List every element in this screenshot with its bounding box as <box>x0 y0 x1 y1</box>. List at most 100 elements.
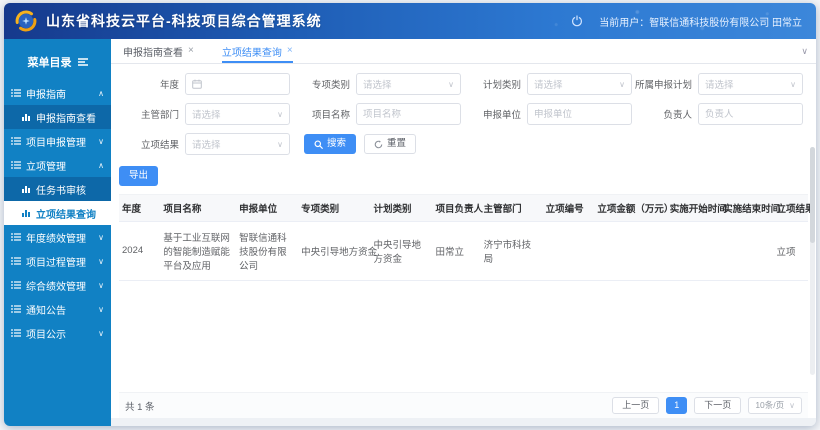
sidebar-item-label: 综合绩效管理 <box>26 278 86 293</box>
project-name-input[interactable] <box>363 109 454 120</box>
sidebar-item-label: 立项结果查询 <box>36 206 96 221</box>
col-year: 年度 <box>119 195 160 222</box>
leader-label: 负责人 <box>632 107 698 121</box>
dept-select[interactable]: 请选择 <box>185 103 290 125</box>
list-icon <box>11 256 21 266</box>
prev-page-button[interactable]: 上一页 <box>612 397 659 414</box>
chevron-down-icon <box>790 80 796 89</box>
search-icon <box>314 140 323 149</box>
special-category-label: 专项类别 <box>290 77 356 91</box>
declare-unit-field <box>527 103 632 125</box>
sidebar-item-label: 项目公示 <box>26 326 66 341</box>
chart-icon <box>21 184 31 194</box>
select-placeholder: 请选择 <box>705 77 734 91</box>
search-button-label: 搜索 <box>327 139 346 149</box>
app-title: 山东省科技云平台-科技项目综合管理系统 <box>46 11 322 31</box>
table-cell: 智联信通科技股份有限公司 <box>236 221 298 280</box>
select-placeholder: 请选择 <box>192 107 221 121</box>
sidebar-item-declare-guide-view[interactable]: 申报指南查看 <box>4 105 111 129</box>
table-cell <box>543 221 595 280</box>
table-cell <box>720 221 773 280</box>
tab-declare-guide-view[interactable]: 申报指南查看 <box>123 39 194 63</box>
sidebar-item-label: 通知公告 <box>26 302 66 317</box>
tab-approval-result-query[interactable]: 立项结果查询 <box>222 39 293 63</box>
list-icon <box>11 136 21 146</box>
sidebar-item-label: 申报指南查看 <box>36 110 96 125</box>
search-button[interactable]: 搜索 <box>304 134 356 154</box>
scrollbar-thumb[interactable] <box>810 147 815 243</box>
sidebar-item-notice[interactable]: 通知公告 <box>4 297 111 321</box>
chevron-down-icon <box>448 80 454 89</box>
approval-result-select[interactable]: 请选择 <box>185 133 290 155</box>
sidebar-item-annual-performance[interactable]: 年度绩效管理 <box>4 225 111 249</box>
chevron-down-icon <box>277 140 283 149</box>
sidebar-item-project-declare-mgmt[interactable]: 项目申报管理 <box>4 129 111 153</box>
leader-group: 负责人 <box>632 103 803 125</box>
col-special-category: 专项类别 <box>298 195 370 222</box>
app-header: 山东省科技云平台-科技项目综合管理系统 当前用户：智联信通科技股份有限公司 田常… <box>4 3 816 39</box>
plan-category-select[interactable]: 请选择 <box>527 73 632 95</box>
sidebar-item-label: 年度绩效管理 <box>26 230 86 245</box>
leader-input[interactable] <box>705 109 796 120</box>
table-cell: 基于工业互联网的智能制造赋能平台及应用 <box>160 221 236 280</box>
select-placeholder: 请选择 <box>534 77 563 91</box>
chevron-down-icon <box>619 80 625 89</box>
table-empty-space <box>119 281 808 393</box>
export-button[interactable]: 导出 <box>119 166 158 186</box>
sidebar-item-label: 申报指南 <box>26 86 66 101</box>
sidebar-item-label: 项目申报管理 <box>26 134 86 149</box>
tab-list-chevron-icon[interactable] <box>801 46 808 57</box>
sidebar-item-approval-result-query[interactable]: 立项结果查询 <box>4 201 111 225</box>
year-date-input[interactable] <box>185 73 290 95</box>
sidebar-item-label: 项目过程管理 <box>26 254 86 269</box>
list-icon <box>11 304 21 314</box>
tab-label: 立项结果查询 <box>222 44 282 59</box>
col-declare-unit: 申报单位 <box>236 195 298 222</box>
power-icon[interactable] <box>571 15 583 27</box>
chevron-down-icon <box>98 329 104 338</box>
dept-group: 主管部门 请选择 <box>119 103 290 125</box>
menu-directory-toggle[interactable]: 菜单目录 <box>4 49 111 75</box>
special-category-group: 专项类别 请选择 <box>290 73 461 95</box>
sidebar-item-project-process-mgmt[interactable]: 项目过程管理 <box>4 249 111 273</box>
next-page-button[interactable]: 下一页 <box>694 397 741 414</box>
table-row[interactable]: 2024 基于工业互联网的智能制造赋能平台及应用 智联信通科技股份有限公司 中央… <box>119 221 808 280</box>
col-approval-amount: 立项金额（万元） <box>594 195 666 222</box>
col-approval-no: 立项编号 <box>543 195 595 222</box>
reset-button[interactable]: 重置 <box>364 134 416 154</box>
col-project-name: 项目名称 <box>160 195 236 222</box>
results-table: 年度 项目名称 申报单位 专项类别 计划类别 项目负责人 主管部门 立项编号 立… <box>119 195 808 281</box>
table-header-row: 年度 项目名称 申报单位 专项类别 计划类别 项目负责人 主管部门 立项编号 立… <box>119 195 808 222</box>
col-plan-category: 计划类别 <box>370 195 432 222</box>
chevron-down-icon <box>98 257 104 266</box>
sidebar-item-task-review[interactable]: 任务书审核 <box>4 177 111 201</box>
col-start-date: 实施开始时间 <box>667 195 720 222</box>
project-name-group: 项目名称 <box>290 103 461 125</box>
sidebar-item-declare-guide[interactable]: 申报指南 <box>4 81 111 105</box>
current-page-button[interactable]: 1 <box>666 397 687 414</box>
close-icon[interactable] <box>287 46 293 56</box>
declare-unit-group: 申报单位 <box>461 103 632 125</box>
chevron-down-icon <box>277 110 283 119</box>
sidebar-item-comprehensive-performance[interactable]: 综合绩效管理 <box>4 273 111 297</box>
list-icon <box>11 280 21 290</box>
sidebar-item-approval-mgmt[interactable]: 立项管理 <box>4 153 111 177</box>
declare-plan-select[interactable]: 请选择 <box>698 73 803 95</box>
pagination: 上一页 1 下一页 10条/页 <box>612 397 802 414</box>
sidebar-item-project-publicity[interactable]: 项目公示 <box>4 321 111 345</box>
special-category-select[interactable]: 请选择 <box>356 73 461 95</box>
table-cell <box>667 221 720 280</box>
table-footer: 共 1 条 上一页 1 下一页 10条/页 <box>119 392 808 418</box>
page-size-select[interactable]: 10条/页 <box>748 397 802 414</box>
year-label: 年度 <box>119 77 185 91</box>
select-placeholder: 请选择 <box>192 137 221 151</box>
declare-unit-input[interactable] <box>534 109 625 120</box>
declare-unit-label: 申报单位 <box>461 107 527 121</box>
app-window: 山东省科技云平台-科技项目综合管理系统 当前用户：智联信通科技股份有限公司 田常… <box>4 3 816 426</box>
chart-icon <box>21 112 31 122</box>
list-icon <box>11 88 21 98</box>
sidebar-item-label: 立项管理 <box>26 158 66 173</box>
table-cell: 济宁市科技局 <box>481 221 543 280</box>
close-icon[interactable] <box>188 46 194 56</box>
plan-category-group: 计划类别 请选择 <box>461 73 632 95</box>
